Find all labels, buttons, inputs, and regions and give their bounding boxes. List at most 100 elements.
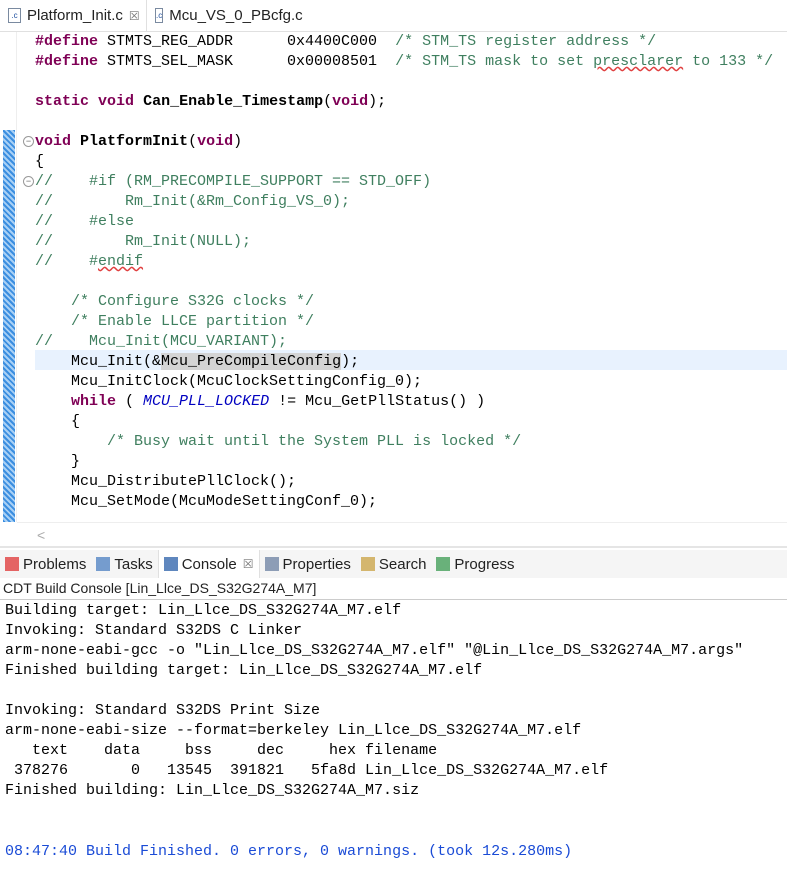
code-line: Mcu_SetMode(McuModeSettingConf_0); — [35, 492, 377, 512]
code-token: MCU_PLL_LOCKED — [143, 393, 270, 410]
code-token: Mcu_DistributePllClock(); — [35, 473, 297, 490]
tab-label: Platform_Init.c — [27, 7, 123, 24]
view-tab-label: Tasks — [114, 555, 153, 573]
code-token: { — [35, 413, 81, 430]
view-tab-label: Search — [378, 555, 427, 573]
code-token: { — [35, 153, 45, 170]
view-tab-tasks[interactable]: Tasks — [91, 550, 157, 578]
progress-icon — [436, 557, 451, 571]
code-token: != Mcu_GetPllStatus() ) — [269, 393, 486, 410]
code-line: // Rm_Init(&Rm_Config_VS_0); — [35, 192, 350, 212]
view-tab-label: Console — [181, 555, 237, 573]
code-token: static — [35, 93, 90, 110]
view-tab-problems[interactable]: Problems — [0, 550, 91, 578]
code-token: presclarer — [593, 53, 684, 70]
code-line: /* Configure S32G clocks */ — [35, 292, 314, 312]
console-line: Building target: Lin_Llce_DS_S32G274A_M7… — [5, 602, 402, 619]
console-line: 378276 0 13545 391821 5fa8d Lin_Llce_DS_… — [5, 762, 609, 779]
view-tab-console[interactable]: Console ☒ — [157, 550, 260, 578]
properties-icon — [264, 557, 279, 571]
code-token: STMTS_SEL_MASK 0x00008501 — [98, 53, 396, 70]
code-token: /* Enable LLCE partition */ — [35, 313, 315, 330]
code-token: STMTS_REG_ADDR 0x4400C000 — [98, 33, 396, 50]
code-token: Mcu_SetMode(McuModeSettingConf_0); — [35, 493, 378, 510]
code-token: ( — [116, 393, 144, 410]
tab-platform-init[interactable]: .c Platform_Init.c ☒ — [0, 0, 145, 31]
divider — [0, 599, 787, 600]
close-icon[interactable]: ☒ — [129, 9, 140, 23]
console-line: arm-none-eabi-size --format=berkeley Lin… — [5, 722, 582, 739]
code-token: void — [332, 93, 369, 110]
code-token: void — [197, 133, 234, 150]
code-line: void PlatformInit(void) — [35, 132, 242, 152]
code-line: static void Can_Enable_Timestamp(void); — [35, 92, 386, 112]
code-token: Mcu_P — [161, 353, 207, 370]
fold-icon[interactable]: − — [23, 136, 34, 147]
code-token: /* Configure S32G clocks */ — [35, 293, 315, 310]
code-token: /* STM_TS mask to set — [395, 53, 594, 70]
code-token: // Mcu_Init(MCU_VARIANT); — [35, 333, 288, 350]
code-token: Mcu_InitClock(McuClockSettingConfig_0); — [35, 373, 423, 390]
code-token: Can_Enable_Timestamp — [143, 93, 324, 110]
code-token: /* Busy wait until the System PLL is loc… — [35, 433, 522, 450]
code-token: reCompileConfig — [206, 353, 342, 370]
search-icon — [360, 557, 375, 571]
code-token: #define — [35, 33, 99, 50]
code-token: endif — [98, 253, 144, 270]
code-line: /* Enable LLCE partition */ — [35, 312, 314, 332]
tab-label: Mcu_VS_0_PBcfg.c — [169, 7, 303, 24]
code-token: // #if (RM_PRECOMPILE_SUPPORT == STD_OFF… — [35, 173, 432, 190]
code-line: Mcu_Init(&Mcu_PreCompileConfig); — [35, 352, 359, 372]
code-token: ); — [341, 353, 360, 370]
console-line: arm-none-eabi-gcc -o "Lin_Llce_DS_S32G27… — [5, 642, 744, 659]
code-line: // Mcu_Init(MCU_VARIANT); — [35, 332, 287, 352]
horizontal-scrollbar[interactable]: < — [17, 522, 787, 546]
view-tab-properties[interactable]: Properties — [260, 550, 356, 578]
code-token: to 133 */ — [683, 53, 774, 70]
build-finished-line: 08:47:40 Build Finished. 0 errors, 0 war… — [5, 843, 573, 860]
code-line: // #if (RM_PRECOMPILE_SUPPORT == STD_OFF… — [35, 172, 431, 192]
view-tab-label: Problems — [23, 555, 87, 573]
code-token: // Rm_Init(NULL); — [35, 233, 252, 250]
view-tab-search[interactable]: Search — [356, 550, 432, 578]
code-token: while — [71, 393, 117, 410]
code-line: { — [35, 412, 80, 432]
code-line: // #endif — [35, 252, 143, 272]
tab-mcu-pbcfg[interactable]: .c Mcu_VS_0_PBcfg.c — [146, 0, 303, 31]
console-icon — [163, 557, 178, 571]
code-token: ( — [323, 93, 333, 110]
code-line: #define STMTS_REG_ADDR 0x4400C000 /* STM… — [35, 32, 656, 52]
code-token: // #else — [35, 213, 135, 230]
console-line: Finished building target: Lin_Llce_DS_S3… — [5, 662, 483, 679]
fold-icon[interactable]: − — [23, 176, 34, 187]
view-tabs: Problems Tasks Console ☒ Properties Search Pro… — [0, 550, 787, 578]
console-line: Invoking: Standard S32DS Print Size — [5, 702, 321, 719]
code-token: ( — [188, 133, 198, 150]
code-line: Mcu_InitClock(McuClockSettingConfig_0); — [35, 372, 422, 392]
console-line: Finished building: Lin_Llce_DS_S32G274A_… — [5, 782, 420, 799]
code-token: void — [35, 133, 72, 150]
code-token: } — [35, 453, 81, 470]
code-token: #define — [35, 53, 99, 70]
code-token: // # — [35, 253, 99, 270]
code-line: } — [35, 452, 80, 472]
code-editor[interactable]: − − #define STMTS_REG_ADDR 0x4400C000 /*… — [0, 32, 787, 522]
code-token: ); — [368, 93, 387, 110]
gutter — [16, 32, 17, 522]
close-icon[interactable]: ☒ — [243, 557, 254, 571]
view-tab-progress[interactable]: Progress — [431, 550, 519, 578]
tasks-icon — [96, 557, 111, 571]
code-token: /* STM_TS register address */ — [395, 33, 657, 50]
code-line: /* Busy wait until the System PLL is loc… — [35, 432, 521, 452]
console-line: text data bss dec hex filename — [5, 742, 438, 759]
view-tab-label: Progress — [454, 555, 515, 573]
scroll-left-icon[interactable]: < — [37, 527, 45, 543]
code-token: void — [98, 93, 135, 110]
code-line: Mcu_DistributePllClock(); — [35, 472, 296, 492]
code-line: { — [35, 152, 44, 172]
editor-tabs: .c Platform_Init.c ☒ .c Mcu_VS_0_PBcfg.c — [0, 0, 787, 32]
